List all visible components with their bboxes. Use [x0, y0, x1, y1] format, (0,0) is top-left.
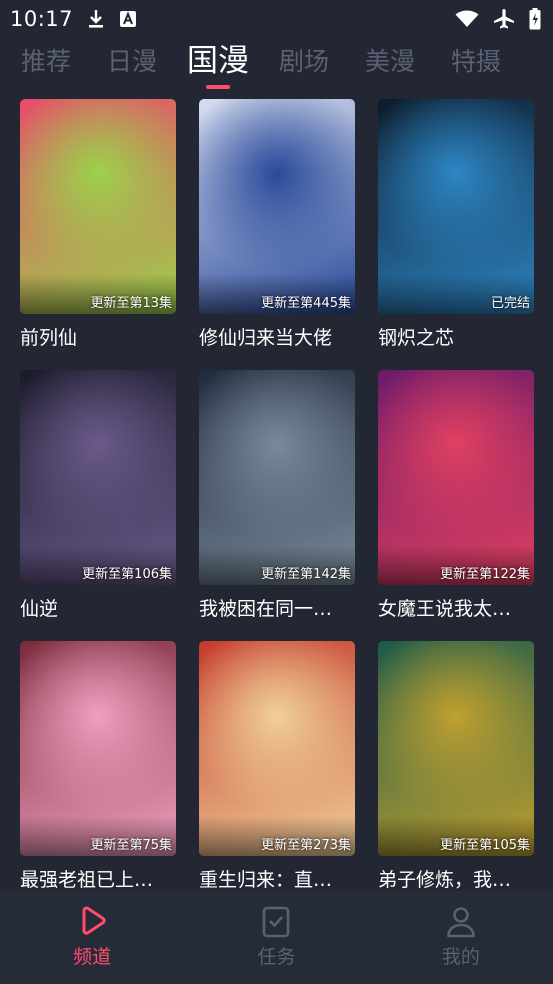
nav-channel[interactable]: 频道 — [0, 890, 184, 984]
comic-cover: 更新至第445集 — [199, 99, 355, 314]
comic-cover: 更新至第142集 — [199, 370, 355, 585]
episode-badge: 更新至第445集 — [261, 296, 351, 311]
comic-cover: 更新至第273集 — [199, 641, 355, 856]
tab-american-anime[interactable]: 美漫 — [347, 40, 433, 92]
status-time: 10:17 — [10, 7, 74, 31]
comic-cover: 更新至第13集 — [20, 99, 176, 314]
comic-card[interactable]: 更新至第445集 修仙归来当大佬 — [199, 99, 355, 370]
app-notification-icon — [119, 10, 137, 28]
tab-theater[interactable]: 剧场 — [261, 40, 347, 92]
status-bar: 10:17 — [0, 0, 553, 38]
comic-title: 重生归来：直… — [199, 869, 333, 891]
comic-card[interactable]: 更新至第105集 弟子修炼，我… — [378, 641, 534, 912]
tab-chinese-anime[interactable]: 国漫 — [175, 40, 261, 92]
comic-card[interactable]: 更新至第273集 重生归来：直… — [199, 641, 355, 912]
comic-card[interactable]: 更新至第13集 前列仙 — [20, 99, 176, 370]
tab-tokusatsu[interactable]: 特摄 — [433, 40, 519, 92]
nav-label: 任务 — [257, 946, 296, 968]
wifi-icon — [455, 10, 479, 28]
profile-icon — [446, 906, 476, 938]
category-tabs: 推荐 日漫 国漫 剧场 美漫 特摄 — [0, 40, 553, 92]
episode-badge: 更新至第142集 — [261, 567, 351, 582]
nav-label: 频道 — [73, 946, 112, 968]
comic-card[interactable]: 更新至第142集 我被困在同一… — [199, 370, 355, 641]
download-icon — [87, 9, 105, 29]
play-icon — [77, 906, 107, 938]
comic-title: 仙逆 — [20, 598, 59, 620]
active-tab-indicator — [206, 85, 230, 89]
episode-badge: 更新至第13集 — [90, 296, 172, 311]
tab-recommend[interactable]: 推荐 — [3, 40, 89, 92]
comic-card[interactable]: 更新至第122集 女魔王说我太… — [378, 370, 534, 641]
comic-title: 修仙归来当大佬 — [199, 327, 333, 349]
comic-cover: 更新至第122集 — [378, 370, 534, 585]
episode-badge: 更新至第75集 — [90, 838, 172, 853]
nav-tasks[interactable]: 任务 — [184, 890, 368, 984]
nav-label: 我的 — [441, 946, 480, 968]
episode-badge: 更新至第273集 — [261, 838, 351, 853]
battery-icon — [529, 8, 541, 30]
comic-card[interactable]: 已完结 钢炽之芯 — [378, 99, 534, 370]
bottom-nav: 频道 任务 我的 — [0, 890, 553, 984]
comic-card[interactable]: 更新至第75集 最强老祖已上… — [20, 641, 176, 912]
comic-cover: 更新至第105集 — [378, 641, 534, 856]
comic-title: 最强老祖已上… — [20, 869, 154, 891]
comic-card[interactable]: 更新至第106集 仙逆 — [20, 370, 176, 641]
comic-title: 钢炽之芯 — [378, 327, 455, 349]
comic-grid: 更新至第13集 前列仙 更新至第445集 修仙归来当大佬 已完结 钢炽之芯 更新… — [20, 99, 535, 912]
tab-japanese-anime[interactable]: 日漫 — [89, 40, 175, 92]
episode-badge: 更新至第105集 — [440, 838, 530, 853]
comic-cover: 更新至第75集 — [20, 641, 176, 856]
comic-title: 前列仙 — [20, 327, 78, 349]
comic-title: 女魔王说我太… — [378, 598, 512, 620]
task-icon — [262, 906, 290, 938]
comic-cover: 更新至第106集 — [20, 370, 176, 585]
comic-title: 我被困在同一… — [199, 598, 333, 620]
episode-badge: 已完结 — [490, 296, 530, 311]
comic-cover: 已完结 — [378, 99, 534, 314]
comic-title: 弟子修炼，我… — [378, 869, 512, 891]
nav-profile[interactable]: 我的 — [369, 890, 553, 984]
episode-badge: 更新至第122集 — [440, 567, 530, 582]
airplane-icon — [493, 8, 515, 30]
episode-badge: 更新至第106集 — [82, 567, 172, 582]
